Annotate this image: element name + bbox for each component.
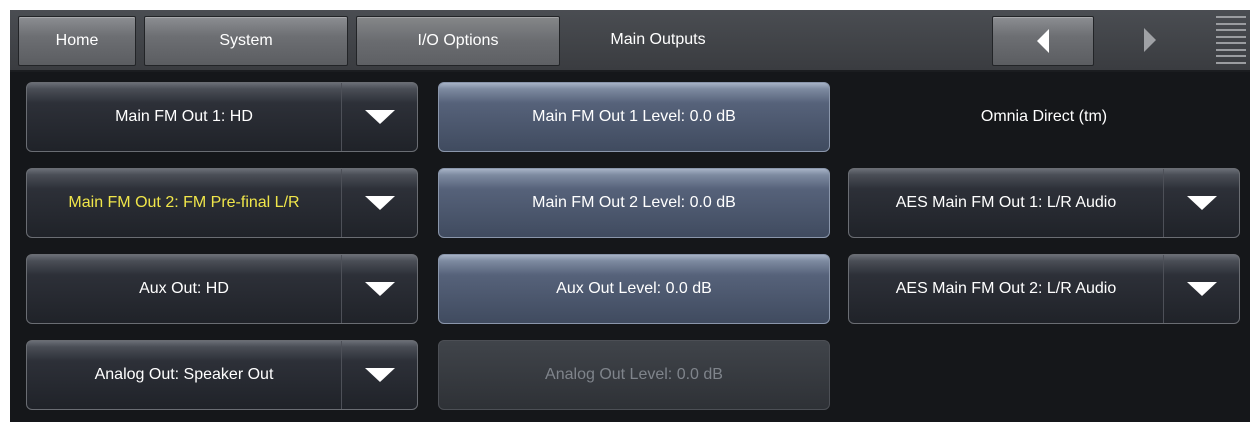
aux-out-level-button[interactable]: Aux Out Level: 0.0 dB: [438, 254, 830, 324]
dropdown-label: AES Main FM Out 1: L/R Audio: [895, 194, 1117, 211]
dropdown-label: AES Main FM Out 2: L/R Audio: [895, 280, 1117, 297]
main-fm-out-1-dropdown[interactable]: Main FM Out 1: HD: [26, 82, 418, 152]
nav-current-label: Main Outputs: [610, 31, 706, 48]
nav-system-label: System: [219, 32, 273, 49]
nav-io-options-button[interactable]: I/O Options: [356, 16, 560, 66]
level-label: Main FM Out 1 Level: 0.0 dB: [532, 108, 736, 125]
app-frame: Home System I/O Options Main Outputs Mai…: [0, 0, 1253, 425]
level-label: Analog Out Level: 0.0 dB: [545, 366, 723, 383]
nav-io-options-label: I/O Options: [417, 32, 499, 49]
level-label: Main FM Out 2 Level: 0.0 dB: [532, 194, 736, 211]
arrow-right-icon: [1144, 28, 1156, 52]
forward-button[interactable]: [1100, 16, 1200, 64]
nav-home-button[interactable]: Home: [18, 16, 136, 66]
back-button[interactable]: [992, 16, 1094, 66]
main-fm-out-1-level-button[interactable]: Main FM Out 1 Level: 0.0 dB: [438, 82, 830, 152]
caret-down-icon: [341, 83, 417, 151]
device-screen: Home System I/O Options Main Outputs Mai…: [10, 10, 1250, 422]
dropdown-label: Analog Out: Speaker Out: [94, 366, 274, 383]
nav-current-page: Main Outputs: [558, 16, 758, 64]
level-label: Aux Out Level: 0.0 dB: [556, 280, 712, 297]
menu-icon[interactable]: [1216, 16, 1246, 64]
nav-home-label: Home: [55, 32, 99, 49]
omnia-direct-text: Omnia Direct (tm): [980, 108, 1108, 125]
caret-down-icon: [1163, 169, 1239, 237]
caret-down-icon: [341, 255, 417, 323]
dropdown-label: Main FM Out 2: FM Pre-final L/R: [68, 194, 300, 211]
nav-system-button[interactable]: System: [144, 16, 348, 66]
aes-main-fm-out-1-dropdown[interactable]: AES Main FM Out 1: L/R Audio: [848, 168, 1240, 238]
top-nav-bar: Home System I/O Options Main Outputs: [10, 10, 1250, 72]
caret-down-icon: [341, 341, 417, 409]
analog-out-level-button: Analog Out Level: 0.0 dB: [438, 340, 830, 410]
aes-main-fm-out-2-dropdown[interactable]: AES Main FM Out 2: L/R Audio: [848, 254, 1240, 324]
omnia-direct-label: Omnia Direct (tm): [848, 82, 1240, 152]
analog-out-dropdown[interactable]: Analog Out: Speaker Out: [26, 340, 418, 410]
aux-out-dropdown[interactable]: Aux Out: HD: [26, 254, 418, 324]
main-fm-out-2-dropdown[interactable]: Main FM Out 2: FM Pre-final L/R: [26, 168, 418, 238]
caret-down-icon: [1163, 255, 1239, 323]
dropdown-label: Aux Out: HD: [139, 280, 229, 297]
main-outputs-panel: Main FM Out 1: HD Main FM Out 2: FM Pre-…: [10, 72, 1250, 422]
main-fm-out-2-level-button[interactable]: Main FM Out 2 Level: 0.0 dB: [438, 168, 830, 238]
arrow-left-icon: [1037, 29, 1049, 53]
dropdown-label: Main FM Out 1: HD: [115, 108, 253, 125]
caret-down-icon: [341, 169, 417, 237]
